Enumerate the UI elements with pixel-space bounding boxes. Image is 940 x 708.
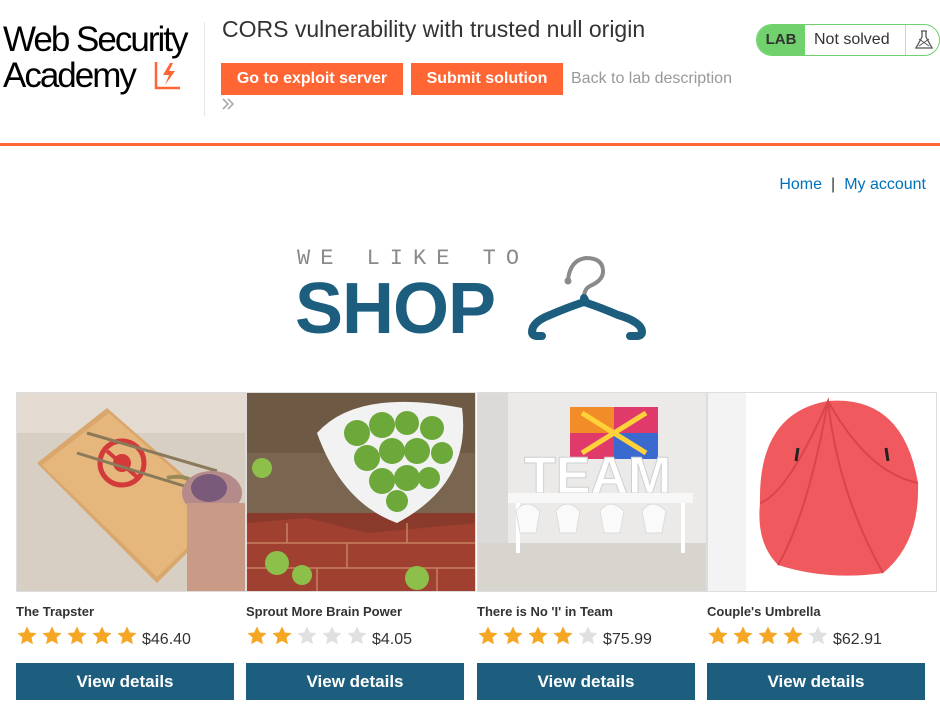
nav-my-account-link[interactable]: My account: [844, 176, 926, 193]
lab-status-text: Not solved: [814, 31, 890, 48]
star-filled-icon: [272, 626, 292, 645]
lab-badge: LAB: [757, 25, 805, 55]
star-filled-icon: [17, 626, 37, 645]
back-to-lab-description-link[interactable]: Back to lab description: [571, 70, 732, 88]
star-empty-icon: [578, 626, 598, 645]
product-price: $62.91: [833, 631, 882, 648]
star-rating: [477, 625, 599, 647]
star-filled-icon: [553, 626, 573, 645]
product-card: The Trapster $46.40 View details: [16, 392, 246, 708]
view-details-button[interactable]: View details: [246, 663, 464, 700]
submit-solution-button[interactable]: Submit solution: [411, 63, 563, 95]
product-name: The Trapster: [16, 604, 95, 619]
star-empty-icon: [347, 626, 367, 645]
view-details-button[interactable]: View details: [16, 663, 234, 700]
banner-shop-text: SHOP: [295, 269, 496, 349]
lab-title: CORS vulnerability with trusted null ori…: [222, 16, 646, 42]
star-rating: [707, 625, 829, 647]
logo-text-line2: Academy: [3, 56, 137, 95]
header-orange-rule: [0, 143, 940, 146]
product-name: Couple's Umbrella: [707, 604, 821, 619]
product-card: Couple's Umbrella $62.91 View details: [707, 392, 937, 708]
product-image-mousetrap[interactable]: [16, 392, 246, 592]
header-divider: [204, 22, 205, 116]
lab-header: Web Security Academy CORS vulnerability …: [0, 0, 940, 146]
product-image-umbrella[interactable]: [707, 392, 937, 592]
go-to-exploit-server-button[interactable]: Go to exploit server: [221, 63, 403, 95]
product-card: TEAM There is No 'I' in Team $75.99 View…: [477, 392, 707, 708]
star-filled-icon: [478, 626, 498, 645]
view-details-button[interactable]: View details: [707, 663, 925, 700]
brussels-sprouts-image: [247, 393, 475, 591]
product-price: $4.05: [372, 631, 413, 648]
star-filled-icon: [67, 626, 87, 645]
star-empty-icon: [808, 626, 828, 645]
product-grid: The Trapster $46.40 View details Sprout …: [16, 392, 940, 708]
product-image-team[interactable]: TEAM: [477, 392, 707, 592]
star-filled-icon: [783, 626, 803, 645]
logo-text-line1: Web Security: [3, 20, 188, 59]
star-rating: [246, 625, 368, 647]
view-details-button[interactable]: View details: [477, 663, 695, 700]
product-name: Sprout More Brain Power: [246, 604, 403, 619]
star-filled-icon: [528, 626, 548, 645]
product-name: There is No 'I' in Team: [477, 604, 613, 619]
top-navigation: Home | My account: [779, 176, 926, 194]
banner-tagline: WE LIKE TO: [297, 246, 530, 271]
lightning-bolt-icon: [154, 62, 180, 90]
lab-status-icon-box: [905, 25, 939, 55]
mousetrap-image: [17, 393, 245, 591]
red-umbrella-image: [708, 393, 936, 591]
star-rating: [16, 625, 138, 647]
nav-separator: |: [831, 176, 836, 193]
star-filled-icon: [117, 626, 137, 645]
lab-status-widget: LAB Not solved: [756, 24, 940, 56]
star-empty-icon: [297, 626, 317, 645]
star-filled-icon: [247, 626, 267, 645]
star-filled-icon: [92, 626, 112, 645]
nav-home-link[interactable]: Home: [779, 176, 822, 193]
product-price: $46.40: [142, 631, 191, 648]
star-filled-icon: [708, 626, 728, 645]
star-filled-icon: [733, 626, 753, 645]
star-filled-icon: [758, 626, 778, 645]
star-filled-icon: [42, 626, 62, 645]
star-empty-icon: [322, 626, 342, 645]
product-image-sprouts[interactable]: [246, 392, 476, 592]
web-security-academy-logo[interactable]: Web Security Academy: [3, 20, 203, 96]
star-filled-icon: [503, 626, 523, 645]
double-chevron-right-icon[interactable]: [221, 96, 235, 112]
product-card: Sprout More Brain Power $4.05 View detai…: [246, 392, 476, 708]
coat-hanger-icon: [528, 255, 646, 340]
flask-icon: [914, 30, 934, 49]
product-price: $75.99: [603, 631, 652, 648]
shop-banner: WE LIKE TO SHOP: [295, 244, 650, 348]
team-letters-image: TEAM: [478, 393, 706, 591]
